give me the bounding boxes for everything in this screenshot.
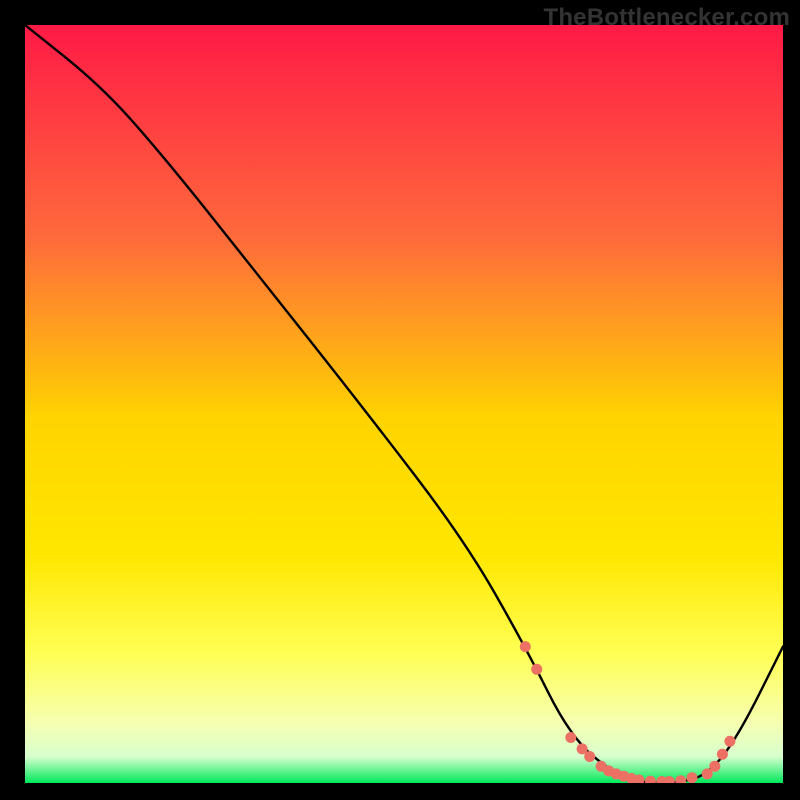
watermark-text: TheBottlenecker.com [543,4,790,32]
highlight-dot [687,772,698,783]
highlight-dot [565,732,576,743]
highlight-dot [717,749,728,760]
highlight-dot [531,664,542,675]
gradient-background [25,25,783,783]
chart-stage: TheBottlenecker.com [0,0,800,800]
bottleneck-chart [25,25,783,783]
highlight-dot [709,761,720,772]
highlight-dot [584,751,595,762]
highlight-dot [724,736,735,747]
highlight-dot [520,641,531,652]
